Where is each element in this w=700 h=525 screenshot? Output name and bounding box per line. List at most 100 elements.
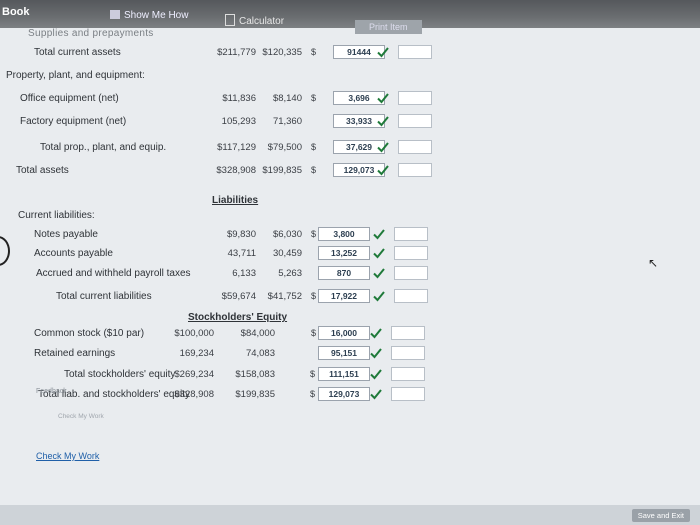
current-year-amount: 105,293 xyxy=(221,116,256,127)
row-label: Total assets xyxy=(16,165,69,176)
percent-change-input[interactable] xyxy=(391,326,425,340)
row-label: Retained earnings xyxy=(34,348,116,359)
row-label: Office equipment (net) xyxy=(20,93,119,104)
percent-change-input[interactable] xyxy=(398,114,432,128)
show-me-how-button[interactable]: Show Me How xyxy=(110,10,188,21)
calculator-label: Calculator xyxy=(239,16,285,27)
prior-year-amount: $8,140 xyxy=(272,93,302,104)
prior-year-amount: 30,459 xyxy=(272,248,302,259)
check-my-work-button[interactable]: Check My Work xyxy=(36,451,99,461)
prior-year-amount: $120,335 xyxy=(262,47,302,58)
row-label: Accrued and withheld payroll taxes xyxy=(36,268,191,279)
prior-year-amount: $41,752 xyxy=(267,291,302,302)
prior-year-amount: 71,360 xyxy=(272,116,302,127)
correct-check-icon xyxy=(377,115,389,127)
prior-year-amount: $84,000 xyxy=(240,328,275,339)
dollar-sign: $ xyxy=(311,93,317,103)
dollar-sign: $ xyxy=(311,229,317,239)
dollar-sign: $ xyxy=(311,47,317,57)
percent-change-input[interactable] xyxy=(391,346,425,360)
row-label: Total current liabilities xyxy=(56,291,152,302)
calculator-button[interactable]: Calculator xyxy=(225,14,284,27)
increase-amount-input[interactable]: 13,252 xyxy=(318,246,370,260)
increase-amount-input[interactable]: 3,800 xyxy=(318,227,370,241)
row-label: Notes payable xyxy=(34,229,98,240)
correct-check-icon xyxy=(377,141,389,153)
prior-year-amount: $158,083 xyxy=(235,369,275,380)
correct-check-icon xyxy=(370,368,382,380)
current-year-amount: 6,133 xyxy=(232,268,256,279)
percent-change-input[interactable] xyxy=(391,387,425,401)
correct-check-icon xyxy=(373,247,385,259)
correct-check-icon xyxy=(373,228,385,240)
increase-amount-input[interactable]: 16,000 xyxy=(318,326,370,340)
row-label: Property, plant, and equipment: xyxy=(6,70,145,81)
percent-change-input[interactable] xyxy=(391,367,425,381)
dollar-sign: $ xyxy=(311,165,317,175)
dollar-sign: $ xyxy=(311,328,317,338)
correct-check-icon xyxy=(373,290,385,302)
correct-check-icon xyxy=(370,388,382,400)
correct-check-icon xyxy=(377,46,389,58)
current-year-amount: $59,674 xyxy=(221,291,256,302)
prior-year-amount: $199,835 xyxy=(235,389,275,400)
current-year-amount: $117,129 xyxy=(217,142,256,153)
correct-check-icon xyxy=(370,347,382,359)
current-year-amount: $11,836 xyxy=(222,93,256,104)
current-year-amount: $9,830 xyxy=(226,229,256,240)
increase-amount-input[interactable]: 17,922 xyxy=(318,289,370,303)
correct-check-icon xyxy=(373,267,385,279)
prior-year-amount: 5,263 xyxy=(278,268,302,279)
increase-amount-input[interactable]: 111,151 xyxy=(318,367,370,381)
row-label: Factory equipment (net) xyxy=(20,116,127,127)
increase-amount-input[interactable]: 95,151 xyxy=(318,346,370,360)
row-label: Total prop., plant, and equip. xyxy=(40,142,167,153)
book-label[interactable]: Book xyxy=(2,6,30,18)
increase-amount-input[interactable]: 870 xyxy=(318,266,370,280)
feedback-subtitle: Check My Work xyxy=(58,413,104,420)
dollar-sign: $ xyxy=(310,369,316,379)
increase-amount-input[interactable]: 129,073 xyxy=(318,387,370,401)
row-label: Current liabilities: xyxy=(18,210,95,221)
percent-change-input[interactable] xyxy=(394,246,428,260)
current-year-amount: $328,908 xyxy=(216,165,256,176)
dollar-sign: $ xyxy=(311,142,317,152)
dollar-sign: $ xyxy=(310,389,316,399)
prior-year-amount: $6,030 xyxy=(272,229,302,240)
prior-year-amount: $199,835 xyxy=(262,165,302,176)
percent-change-input[interactable] xyxy=(394,289,428,303)
dollar-sign: $ xyxy=(311,291,317,301)
correct-check-icon xyxy=(377,92,389,104)
row-label: Common stock ($10 par) xyxy=(34,328,145,339)
save-and-exit-button[interactable]: Save and Exit xyxy=(631,509,690,522)
current-year-amount: $269,234 xyxy=(174,369,214,380)
correct-check-icon xyxy=(377,164,389,176)
calculator-icon xyxy=(225,14,235,26)
current-year-amount: $211,779 xyxy=(217,47,256,58)
mouse-pointer-icon: ↖ xyxy=(648,256,659,270)
row-label: Total current assets xyxy=(34,47,121,58)
current-year-amount: 43,711 xyxy=(227,248,256,259)
print-item-button[interactable]: Print Item xyxy=(355,20,422,34)
correct-check-icon xyxy=(370,327,382,339)
percent-change-input[interactable] xyxy=(398,45,432,59)
percent-change-input[interactable] xyxy=(394,227,428,241)
percent-change-input[interactable] xyxy=(398,91,432,105)
percent-change-input[interactable] xyxy=(394,266,428,280)
current-year-amount: $328,908 xyxy=(174,389,214,400)
current-year-amount: 169,234 xyxy=(179,348,214,359)
show-me-how-label: Show Me How xyxy=(124,10,189,21)
section-header: Liabilities xyxy=(212,195,259,206)
current-year-amount: $100,000 xyxy=(174,328,214,339)
top-toolbar: Book Show Me How Calculator Print Item xyxy=(0,0,700,34)
percent-change-input[interactable] xyxy=(398,163,432,177)
video-icon xyxy=(110,10,120,19)
prior-year-amount: $79,500 xyxy=(267,142,302,153)
percent-change-input[interactable] xyxy=(398,140,432,154)
bottom-bar: Save and Exit xyxy=(0,505,700,525)
balance-sheet: Total current assets $211,779 $120,335 $914… xyxy=(0,36,700,476)
row-label: Accounts payable xyxy=(34,248,113,259)
section-header: Stockholders' Equity xyxy=(188,312,288,323)
prior-year-amount: 74,083 xyxy=(245,348,275,359)
feedback-title: Feedback xyxy=(36,388,67,395)
